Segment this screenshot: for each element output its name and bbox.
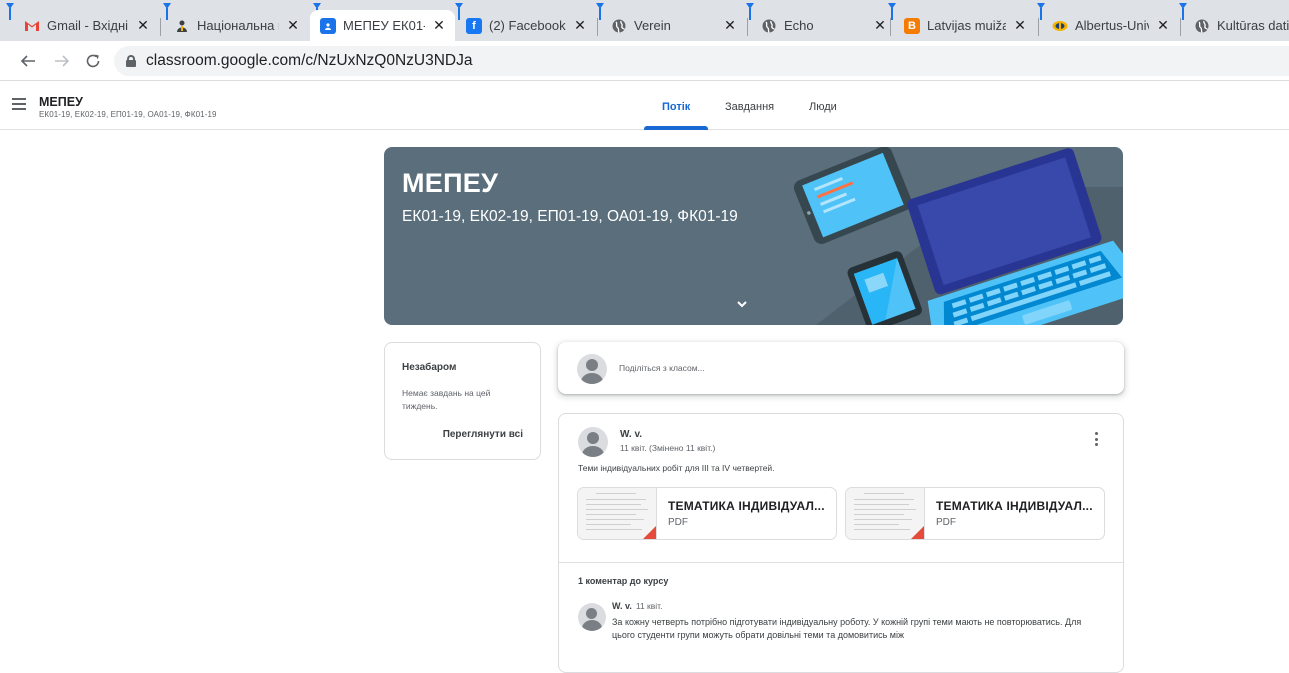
avatar xyxy=(578,427,608,457)
tab-pin-marker xyxy=(1037,3,1045,20)
tab-pin-marker xyxy=(6,3,14,20)
reload-icon[interactable] xyxy=(81,49,105,73)
post-divider xyxy=(559,562,1123,563)
upcoming-title: Незабаром xyxy=(402,362,457,373)
share-with-class-box[interactable]: Поділіться з класом... xyxy=(558,342,1124,394)
address-bar[interactable]: classroom.google.com/c/NzUxNzQ0NzU3NDJa xyxy=(114,46,1289,76)
banner-subtitle: ЕК01-19, ЕК02-19, ЕП01-19, ОА01-19, ФК01… xyxy=(402,208,738,225)
lock-icon xyxy=(126,55,136,67)
tab-close-icon[interactable]: ✕ xyxy=(872,17,888,34)
comment-text: За кожну четверть потрібно підготувати і… xyxy=(612,617,1082,640)
forward-arrow-icon[interactable] xyxy=(50,49,74,73)
avatar xyxy=(578,603,606,631)
browser-tab-echo[interactable]: Echo ✕ xyxy=(751,10,896,41)
browser-tab-verein[interactable]: Verein ✕ xyxy=(601,10,746,41)
attachment-type: PDF xyxy=(668,517,688,528)
tab-pin-marker xyxy=(313,3,321,20)
pdf-thumbnail xyxy=(578,488,657,539)
attachment-name: ТЕМАТИКА ІНДИВІДУАЛ... xyxy=(668,499,825,513)
chevron-down-icon[interactable] xyxy=(735,297,749,311)
classroom-icon xyxy=(320,17,336,34)
devices-illustration xyxy=(793,147,1123,325)
tab-people[interactable]: Люди xyxy=(809,101,837,113)
attachment-name: ТЕМАТИКА ІНДИВІДУАЛ... xyxy=(936,499,1093,513)
tab-close-icon[interactable]: ✕ xyxy=(135,17,151,34)
globe-icon xyxy=(611,18,627,34)
tab-classwork[interactable]: Завдання xyxy=(725,101,774,113)
browser-tab-national[interactable]: Національна м ✕ xyxy=(164,10,309,41)
class-banner: МЕПЕУ ЕК01-19, ЕК02-19, ЕП01-19, ОА01-19… xyxy=(384,147,1123,325)
back-arrow-icon[interactable] xyxy=(16,49,40,73)
tab-pin-marker xyxy=(596,3,604,20)
class-groups: ЕК01-19, ЕК02-19, ЕП01-19, ОА01-19, ФК01… xyxy=(39,110,217,119)
browser-tab-facebook[interactable]: f (2) Facebook ✕ xyxy=(456,10,596,41)
browser-tab-kulturas[interactable]: Kultūras dati xyxy=(1184,10,1289,41)
tab-pin-marker xyxy=(455,3,463,20)
tab-close-icon[interactable]: ✕ xyxy=(1155,17,1171,34)
browser-tab-gmail[interactable]: Gmail - Вхідні ✕ xyxy=(14,10,159,41)
comment-author: W. v. 11 квіт. xyxy=(612,601,663,611)
upcoming-empty-text: Немає завдань на цей тиждень. xyxy=(402,388,491,411)
attachment-pdf[interactable]: ТЕМАТИКА ІНДИВІДУАЛ... PDF xyxy=(577,487,837,540)
tab-close-icon[interactable]: ✕ xyxy=(285,17,301,34)
upcoming-card: Незабаром Немає завдань на цей тиждень. … xyxy=(384,342,541,460)
tab-close-icon[interactable]: ✕ xyxy=(572,17,588,34)
url-text: classroom.google.com/c/NzUxNzQ0NzU3NDJa xyxy=(146,52,473,69)
classroom-header: МЕПЕУ ЕК01-19, ЕК02-19, ЕП01-19, ОА01-19… xyxy=(0,82,1289,130)
attachment-pdf[interactable]: ТЕМАТИКА ІНДИВІДУАЛ... PDF xyxy=(845,487,1105,540)
browser-tab-strip: Gmail - Вхідні ✕ Національна м ✕ МЕПЕУ Е… xyxy=(0,0,1289,41)
globe-icon xyxy=(1194,18,1210,34)
facebook-icon: f xyxy=(466,17,482,34)
class-comments-count[interactable]: 1 коментар до курсу xyxy=(578,576,668,586)
class-title[interactable]: МЕПЕУ xyxy=(39,95,83,109)
tab-stream[interactable]: Потік xyxy=(662,101,690,113)
view-all-link[interactable]: Переглянути всі xyxy=(443,429,523,440)
menu-icon[interactable] xyxy=(12,98,26,110)
university-icon xyxy=(1052,18,1068,34)
tab-pin-marker xyxy=(163,3,171,20)
browser-tab-albertus[interactable]: Albertus-Univer ✕ xyxy=(1042,10,1179,41)
avatar xyxy=(577,354,607,384)
post-body: Теми індивідуальних робіт для ІІІ та IV … xyxy=(578,463,775,473)
tab-close-icon[interactable]: ✕ xyxy=(431,17,447,34)
crest-icon xyxy=(174,18,190,34)
active-tab-indicator xyxy=(644,126,708,130)
post-date: 11 квіт. (Змінено 11 квіт.) xyxy=(620,443,716,453)
blogger-icon: B xyxy=(904,17,920,34)
pdf-corner-icon xyxy=(642,526,656,539)
tab-close-icon[interactable]: ✕ xyxy=(722,17,738,34)
banner-title: МЕПЕУ xyxy=(402,168,499,198)
browser-tab-classroom[interactable]: МЕПЕУ ЕК01-19 ✕ xyxy=(310,10,455,41)
browser-toolbar: classroom.google.com/c/NzUxNzQ0NzU3NDJa xyxy=(0,41,1289,81)
more-vert-icon[interactable] xyxy=(1089,432,1103,450)
comment-date: 11 квіт. xyxy=(635,601,663,611)
attachment-type: PDF xyxy=(936,517,956,528)
announcement-post: W. v. 11 квіт. (Змінено 11 квіт.) Теми і… xyxy=(558,413,1124,673)
gmail-icon xyxy=(24,18,40,34)
share-placeholder: Поділіться з класом... xyxy=(619,363,705,373)
pdf-thumbnail xyxy=(846,488,925,539)
tab-pin-marker xyxy=(888,3,896,20)
post-author: W. v. xyxy=(620,429,643,440)
tab-close-icon[interactable]: ✕ xyxy=(1012,17,1028,34)
globe-icon xyxy=(761,18,777,34)
tab-pin-marker xyxy=(746,3,754,20)
tab-pin-marker xyxy=(1179,3,1187,20)
browser-tab-latvijas[interactable]: B Latvijas muižas ✕ xyxy=(894,10,1036,41)
pdf-corner-icon xyxy=(910,526,924,539)
